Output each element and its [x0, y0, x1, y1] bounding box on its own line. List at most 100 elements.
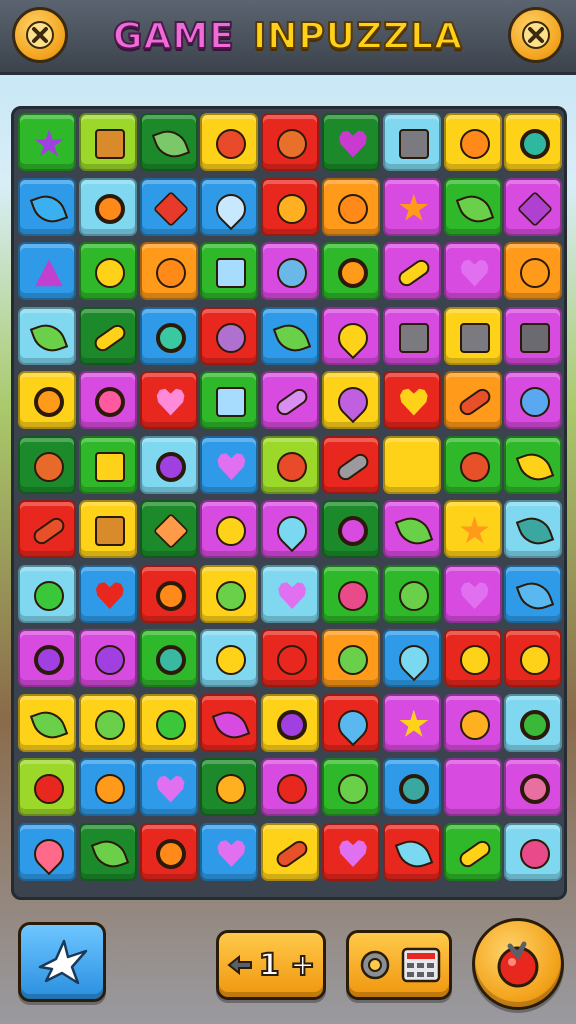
game-tile[interactable]	[504, 564, 563, 623]
game-tile[interactable]	[78, 371, 137, 429]
game-tile[interactable]	[504, 113, 563, 171]
game-tile[interactable]	[504, 822, 563, 881]
game-tile[interactable]	[139, 758, 198, 816]
game-tile[interactable]	[139, 113, 198, 171]
game-tile[interactable]	[322, 758, 380, 816]
game-tile[interactable]	[322, 693, 380, 752]
game-tile[interactable]	[18, 693, 76, 752]
bird-button[interactable]	[18, 922, 106, 1002]
game-tile[interactable]	[18, 113, 76, 171]
game-tile[interactable]	[443, 113, 502, 171]
game-tile[interactable]	[139, 306, 198, 365]
game-tile[interactable]	[18, 306, 76, 365]
settings-button[interactable]	[346, 930, 452, 1000]
game-tile[interactable]	[78, 693, 137, 752]
game-tile[interactable]	[382, 306, 441, 365]
game-tile[interactable]	[200, 758, 259, 816]
game-tile[interactable]	[382, 242, 441, 300]
game-tile[interactable]	[443, 371, 502, 429]
game-tile[interactable]	[261, 758, 320, 816]
game-tile[interactable]	[322, 500, 380, 558]
game-tile[interactable]	[18, 822, 76, 881]
game-tile[interactable]	[504, 306, 563, 365]
game-tile[interactable]	[78, 564, 137, 623]
game-tile[interactable]	[78, 177, 137, 236]
game-tile[interactable]	[18, 564, 76, 623]
game-tile[interactable]	[139, 242, 198, 300]
game-tile[interactable]	[382, 693, 441, 752]
game-tile[interactable]	[78, 629, 137, 687]
game-tile[interactable]	[139, 564, 198, 623]
game-tile[interactable]	[18, 242, 76, 300]
game-tile[interactable]	[200, 306, 259, 365]
game-tile[interactable]	[322, 822, 380, 881]
game-tile[interactable]	[443, 500, 502, 558]
game-tile[interactable]	[504, 177, 563, 236]
game-tile[interactable]	[443, 822, 502, 881]
play-button[interactable]	[472, 918, 564, 1010]
game-tile[interactable]	[18, 500, 76, 558]
game-tile[interactable]	[18, 629, 76, 687]
game-tile[interactable]	[261, 242, 320, 300]
game-tile[interactable]	[139, 500, 198, 558]
game-tile[interactable]	[78, 822, 137, 881]
game-tile[interactable]	[261, 435, 320, 494]
game-tile[interactable]	[382, 822, 441, 881]
game-tile[interactable]	[78, 306, 137, 365]
game-tile[interactable]	[382, 177, 441, 236]
game-tile[interactable]	[200, 564, 259, 623]
counter-button[interactable]: 1 +	[216, 930, 326, 1000]
game-tile[interactable]	[261, 371, 320, 429]
game-tile[interactable]	[200, 113, 259, 171]
game-tile[interactable]	[443, 693, 502, 752]
game-tile[interactable]	[261, 629, 320, 687]
game-tile[interactable]	[261, 113, 320, 171]
game-tile[interactable]	[78, 113, 137, 171]
game-tile[interactable]	[443, 758, 502, 816]
game-tile[interactable]	[139, 629, 198, 687]
game-tile[interactable]	[382, 500, 441, 558]
game-tile[interactable]	[18, 371, 76, 429]
game-tile[interactable]	[261, 500, 320, 558]
game-tile[interactable]	[139, 822, 198, 881]
game-tile[interactable]	[18, 758, 76, 816]
game-tile[interactable]	[504, 758, 563, 816]
game-tile[interactable]	[200, 693, 259, 752]
game-tile[interactable]	[443, 629, 502, 687]
game-tile[interactable]	[322, 177, 380, 236]
game-tile[interactable]	[382, 371, 441, 429]
game-tile[interactable]	[78, 758, 137, 816]
game-tile[interactable]	[382, 629, 441, 687]
game-tile[interactable]	[261, 693, 320, 752]
game-tile[interactable]	[382, 564, 441, 623]
game-tile[interactable]	[504, 693, 563, 752]
game-tile[interactable]	[78, 500, 137, 558]
game-tile[interactable]	[382, 435, 441, 494]
game-tile[interactable]	[78, 435, 137, 494]
game-tile[interactable]	[322, 113, 380, 171]
game-tile[interactable]	[322, 564, 380, 623]
game-tile[interactable]	[443, 177, 502, 236]
game-tile[interactable]	[139, 435, 198, 494]
game-tile[interactable]	[200, 822, 259, 881]
game-tile[interactable]	[139, 177, 198, 236]
close-x-icon[interactable]	[508, 7, 564, 63]
game-tile[interactable]	[200, 242, 259, 300]
game-tile[interactable]	[78, 242, 137, 300]
game-tile[interactable]	[443, 306, 502, 365]
game-tile[interactable]	[200, 435, 259, 494]
game-tile[interactable]	[322, 371, 380, 429]
game-tile[interactable]	[261, 177, 320, 236]
game-tile[interactable]	[200, 500, 259, 558]
game-tile[interactable]	[504, 371, 563, 429]
game-tile[interactable]	[504, 629, 563, 687]
game-tile[interactable]	[504, 242, 563, 300]
game-tile[interactable]	[443, 435, 502, 494]
game-tile[interactable]	[261, 822, 320, 881]
game-tile[interactable]	[322, 435, 380, 494]
game-tile[interactable]	[443, 564, 502, 623]
game-tile[interactable]	[261, 564, 320, 623]
game-tile[interactable]	[261, 306, 320, 365]
game-tile[interactable]	[200, 371, 259, 429]
close-x-icon[interactable]	[12, 7, 68, 63]
